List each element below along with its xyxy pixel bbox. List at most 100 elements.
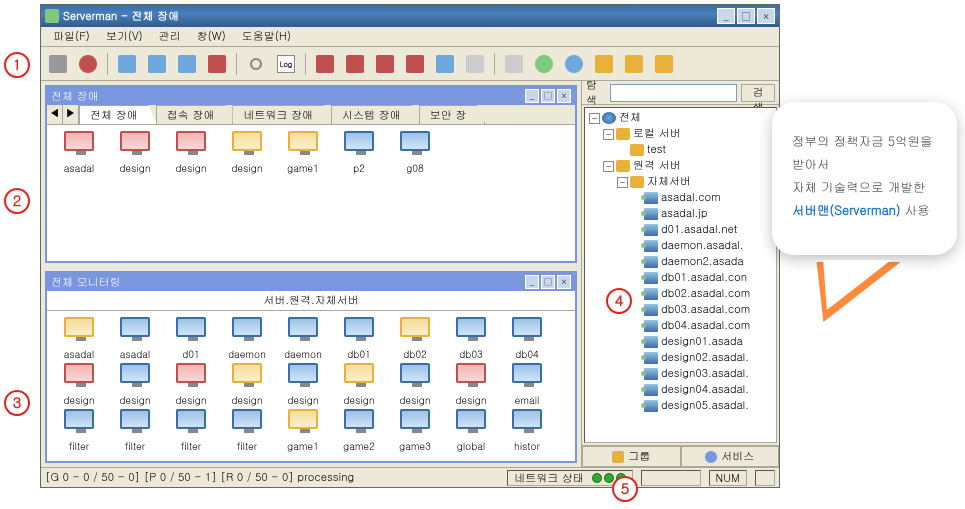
menu-item[interactable]: 창(W) (189, 27, 234, 46)
tab-service[interactable]: 서비스 (681, 446, 780, 467)
server-item[interactable]: db02 (389, 317, 441, 361)
tree-node[interactable]: asadal.com (587, 190, 774, 206)
server-item[interactable]: p2 (333, 131, 385, 175)
tree-node[interactable]: test (587, 142, 774, 158)
menu-item[interactable]: 도움말(H) (234, 27, 299, 46)
expand-toggle-icon[interactable]: - (589, 113, 600, 124)
panel-minimize-button[interactable]: _ (525, 275, 539, 289)
page-yellow-button[interactable] (591, 51, 617, 77)
minimize-button[interactable]: _ (717, 8, 735, 24)
server-item[interactable]: d01 (165, 317, 217, 361)
server-tree[interactable]: -전체-로컬 서버test-원격 서버-자체서버asadal.comasadal… (584, 107, 777, 443)
panel-minimize-button[interactable]: _ (525, 89, 539, 103)
tree-node[interactable]: daemon.asadal. (587, 238, 774, 254)
server-item[interactable]: asadal (53, 317, 105, 361)
page-stack-button[interactable] (501, 51, 527, 77)
maximize-button[interactable]: □ (737, 8, 755, 24)
expand-toggle-icon[interactable]: - (603, 129, 614, 140)
tab-prev-button[interactable]: ◀ (47, 105, 63, 124)
search-input[interactable] (610, 84, 737, 102)
fault-tab[interactable]: 보안 장 (419, 105, 486, 124)
server-item[interactable]: design (277, 363, 329, 407)
titlebar[interactable]: Serverman - 전체 장애 _ □ × (41, 5, 779, 27)
server-item[interactable]: game2 (333, 409, 385, 453)
monitor-multi-button[interactable] (174, 51, 200, 77)
server-item[interactable]: game1 (277, 409, 329, 453)
server-item[interactable]: design (221, 131, 273, 175)
expand-toggle-icon[interactable]: - (617, 177, 628, 188)
tree-node[interactable]: design01.asada (587, 334, 774, 350)
server-item[interactable]: filter (165, 409, 217, 453)
alert-box-button[interactable] (342, 51, 368, 77)
help-button[interactable] (651, 51, 677, 77)
page-blue-button[interactable] (432, 51, 458, 77)
expand-toggle-icon[interactable]: - (603, 161, 614, 172)
server-item[interactable]: filter (109, 409, 161, 453)
server-item[interactable]: design (53, 363, 105, 407)
server-item[interactable]: design (333, 363, 385, 407)
tree-node[interactable]: -전체 (587, 110, 774, 126)
fault-panel-titlebar[interactable]: 전체 장애 _ □ × (47, 87, 575, 105)
server-item[interactable]: daemon (277, 317, 329, 361)
power-button[interactable] (75, 51, 101, 77)
fault-tab[interactable]: 시스템 장애 (331, 105, 420, 124)
server-item[interactable]: design (389, 363, 441, 407)
folder-button[interactable] (621, 51, 647, 77)
panel-close-button[interactable]: × (557, 89, 571, 103)
gear-blue-button[interactable] (561, 51, 587, 77)
expand-toggle-icon[interactable] (617, 145, 628, 156)
search-button[interactable] (243, 51, 269, 77)
tree-node[interactable]: design02.asadal. (587, 350, 774, 366)
page-plain-button[interactable] (462, 51, 488, 77)
fault-tab[interactable]: 접속 장애 (156, 105, 234, 124)
server-item[interactable]: g08 (389, 131, 441, 175)
menu-item[interactable]: 보기(V) (98, 27, 151, 46)
server-item[interactable]: asadal (53, 131, 105, 175)
fault-tab[interactable]: 네트워크 장애 (232, 105, 332, 124)
server-item[interactable]: design (445, 363, 497, 407)
server-item[interactable]: design (109, 131, 161, 175)
fault-tab[interactable]: 전체 장애 (79, 105, 157, 124)
server-item[interactable]: design (165, 363, 217, 407)
disk-button[interactable] (204, 51, 230, 77)
tree-node[interactable]: db04.asadal.com (587, 318, 774, 334)
tree-node[interactable]: -자체서버 (587, 174, 774, 190)
server-item[interactable]: histor (501, 409, 553, 453)
search-button[interactable]: 검색 (741, 84, 775, 102)
tab-next-button[interactable]: ▶ (63, 105, 79, 124)
server-item[interactable]: filter (53, 409, 105, 453)
server-item[interactable]: design (165, 131, 217, 175)
monitor-panel-titlebar[interactable]: 전체 모니터링 _ □ × (47, 273, 575, 291)
server-item[interactable]: daemon (221, 317, 273, 361)
server-item[interactable]: asadal (109, 317, 161, 361)
page-red-button[interactable] (402, 51, 428, 77)
gear-green-button[interactable] (531, 51, 557, 77)
tree-node[interactable]: design03.asadal. (587, 366, 774, 382)
back-button[interactable] (45, 51, 71, 77)
tree-node[interactable]: d01.asadal.net (587, 222, 774, 238)
server-item[interactable]: filter (221, 409, 273, 453)
tree-node[interactable]: design05.asadal. (587, 398, 774, 414)
panel-maximize-button[interactable]: □ (541, 89, 555, 103)
menu-item[interactable]: 파일(F) (45, 27, 98, 46)
tree-node[interactable]: db01.asadal.con (587, 270, 774, 286)
close-button[interactable]: × (757, 8, 775, 24)
alert-red-button[interactable] (312, 51, 338, 77)
server-item[interactable]: db01 (333, 317, 385, 361)
alert-bell-button[interactable] (372, 51, 398, 77)
tree-node[interactable]: -원격 서버 (587, 158, 774, 174)
tree-node[interactable]: daemon2.asada (587, 254, 774, 270)
server-item[interactable]: email (501, 363, 553, 407)
log-button[interactable]: Log (273, 51, 299, 77)
tab-group[interactable]: 그룹 (582, 446, 681, 467)
tree-node[interactable]: -로컬 서버 (587, 126, 774, 142)
server-item[interactable]: db04 (501, 317, 553, 361)
server-item[interactable]: design (221, 363, 273, 407)
menu-item[interactable]: 관리 (151, 27, 189, 46)
server-item[interactable]: global (445, 409, 497, 453)
monitor-single-button[interactable] (144, 51, 170, 77)
panel-maximize-button[interactable]: □ (541, 275, 555, 289)
app1-button[interactable] (114, 51, 140, 77)
server-item[interactable]: db03 (445, 317, 497, 361)
tree-node[interactable]: design04.asadal. (587, 382, 774, 398)
